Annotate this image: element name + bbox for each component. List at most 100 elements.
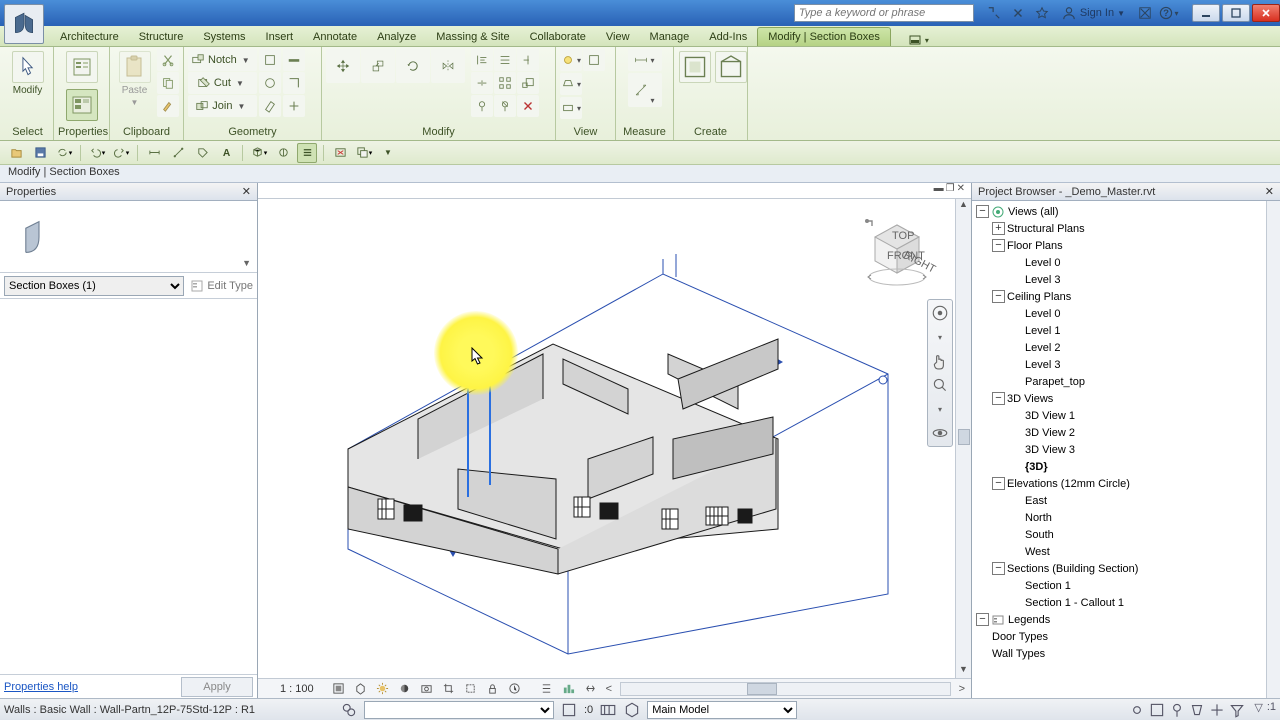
vc-render[interactable] [418, 681, 436, 697]
browser-vscroll[interactable] [1266, 201, 1280, 698]
sb-drag[interactable] [1208, 701, 1226, 719]
view-tool-1[interactable]: ▾ [560, 49, 582, 71]
rotate-tool[interactable] [396, 49, 430, 83]
copy-tool[interactable] [361, 49, 395, 83]
tree-node[interactable]: Level 0 [974, 254, 1280, 271]
view-tool-4[interactable]: ▾ [560, 97, 582, 119]
cut-clipboard-icon[interactable] [157, 49, 179, 71]
qat-redo[interactable]: ▾ [111, 143, 131, 163]
mirror-tool[interactable] [431, 49, 465, 83]
tab-analyze[interactable]: Analyze [367, 28, 426, 46]
nav-zoom-icon[interactable] [931, 376, 949, 394]
nav-wheel-icon[interactable] [931, 304, 949, 322]
geom-tool-5[interactable] [283, 72, 305, 94]
qat-switch[interactable]: ▾ [354, 143, 374, 163]
sb-select-face[interactable] [1188, 701, 1206, 719]
type-properties-button[interactable] [62, 87, 102, 123]
view-scale[interactable]: 1 : 100 [280, 683, 314, 695]
tree-node[interactable]: Level 3 [974, 356, 1280, 373]
delete-tool[interactable] [517, 95, 539, 117]
view-tab-max[interactable]: ❐ [946, 183, 955, 198]
copy-clipboard-icon[interactable] [157, 72, 179, 94]
pin-tool[interactable] [471, 95, 493, 117]
sb-design-options-icon[interactable] [599, 701, 617, 719]
tab-annotate[interactable]: Annotate [303, 28, 367, 46]
geom-tool-1[interactable] [259, 49, 281, 71]
tree-twisty[interactable]: − [992, 239, 1005, 252]
create-tool-1[interactable] [678, 49, 712, 85]
vc-analytic[interactable] [560, 681, 578, 697]
vc-temp[interactable] [506, 681, 524, 697]
browser-tree[interactable]: −Views (all)+Structural Plans−Floor Plan… [972, 201, 1280, 698]
qat-measure[interactable] [144, 143, 164, 163]
tree-node[interactable]: North [974, 509, 1280, 526]
tree-node[interactable]: −Ceiling Plans [974, 288, 1280, 305]
qat-text[interactable]: A [216, 143, 236, 163]
tree-node[interactable]: East [974, 492, 1280, 509]
vc-sun[interactable] [374, 681, 392, 697]
join-button[interactable]: Join▼ [188, 95, 257, 117]
tree-node[interactable]: −Sections (Building Section) [974, 560, 1280, 577]
navigation-bar[interactable]: ▾ ▾ [927, 299, 953, 447]
tree-node[interactable]: 3D View 3 [974, 441, 1280, 458]
qat-align[interactable] [168, 143, 188, 163]
tab-view[interactable]: View [596, 28, 640, 46]
vc-crop2[interactable] [462, 681, 480, 697]
tree-node[interactable]: South [974, 526, 1280, 543]
sb-model-icon[interactable] [623, 701, 641, 719]
tree-node[interactable]: 3D View 2 [974, 424, 1280, 441]
search-input[interactable] [794, 4, 974, 22]
tab-modify-section-boxes[interactable]: Modify | Section Boxes [757, 27, 891, 46]
comm-center-icon[interactable] [1134, 2, 1156, 24]
qat-tag[interactable] [192, 143, 212, 163]
tree-node[interactable]: West [974, 543, 1280, 560]
trim-tool[interactable] [517, 49, 539, 71]
tree-twisty[interactable]: − [992, 290, 1005, 303]
geom-tool-3[interactable] [259, 95, 281, 117]
tab-insert[interactable]: Insert [256, 28, 304, 46]
match-icon[interactable] [157, 95, 179, 117]
app-menu[interactable] [4, 4, 44, 44]
tree-node[interactable]: −Views (all) [974, 203, 1280, 220]
create-tool-2[interactable] [714, 49, 748, 85]
type-selector[interactable]: ▼ [0, 201, 257, 273]
view-vscroll[interactable]: ▲▼ [955, 199, 971, 678]
edit-type-button[interactable]: Edit Type [190, 279, 253, 293]
tab-systems[interactable]: Systems [193, 28, 255, 46]
vc-shadow[interactable] [396, 681, 414, 697]
view-tab-min[interactable]: ▬ [934, 183, 944, 198]
vc-style[interactable] [352, 681, 370, 697]
sb-select-pinned[interactable] [1168, 701, 1186, 719]
nav-orbit-icon[interactable] [931, 424, 949, 442]
move-tool[interactable] [326, 49, 360, 83]
paste-button[interactable]: Paste▼ [114, 49, 155, 109]
sb-select-underlay[interactable] [1148, 701, 1166, 719]
tab-addins[interactable]: Add-Ins [699, 28, 757, 46]
nav-pan-icon[interactable] [931, 352, 949, 370]
align-tool[interactable] [471, 49, 493, 71]
vc-lock[interactable] [484, 681, 502, 697]
qat-thinlines[interactable] [297, 143, 317, 163]
notch-button[interactable]: Notch▼ [188, 49, 257, 71]
vc-constraints[interactable] [582, 681, 600, 697]
tab-structure[interactable]: Structure [129, 28, 194, 46]
exchange-icon[interactable] [1007, 2, 1029, 24]
tab-massing[interactable]: Massing & Site [426, 28, 519, 46]
sb-workset-icon[interactable] [340, 701, 358, 719]
close-button[interactable] [1252, 4, 1280, 22]
scale-tool[interactable] [517, 72, 539, 94]
view-hscroll[interactable] [620, 682, 950, 696]
vc-detail[interactable] [330, 681, 348, 697]
qat-section[interactable] [273, 143, 293, 163]
measure-tool-2[interactable]: ▾ [628, 73, 662, 107]
qat-sync[interactable]: ▾ [54, 143, 74, 163]
tree-node[interactable]: 3D View 1 [974, 407, 1280, 424]
minimize-button[interactable] [1192, 4, 1220, 22]
view-tab-close[interactable]: ✕ [957, 183, 965, 198]
tree-twisty[interactable]: − [976, 205, 989, 218]
qat-close[interactable] [330, 143, 350, 163]
qat-3d[interactable]: ▾ [249, 143, 269, 163]
properties-close[interactable]: ✕ [242, 185, 251, 198]
tree-node[interactable]: +Structural Plans [974, 220, 1280, 237]
properties-help-link[interactable]: Properties help [4, 681, 78, 693]
